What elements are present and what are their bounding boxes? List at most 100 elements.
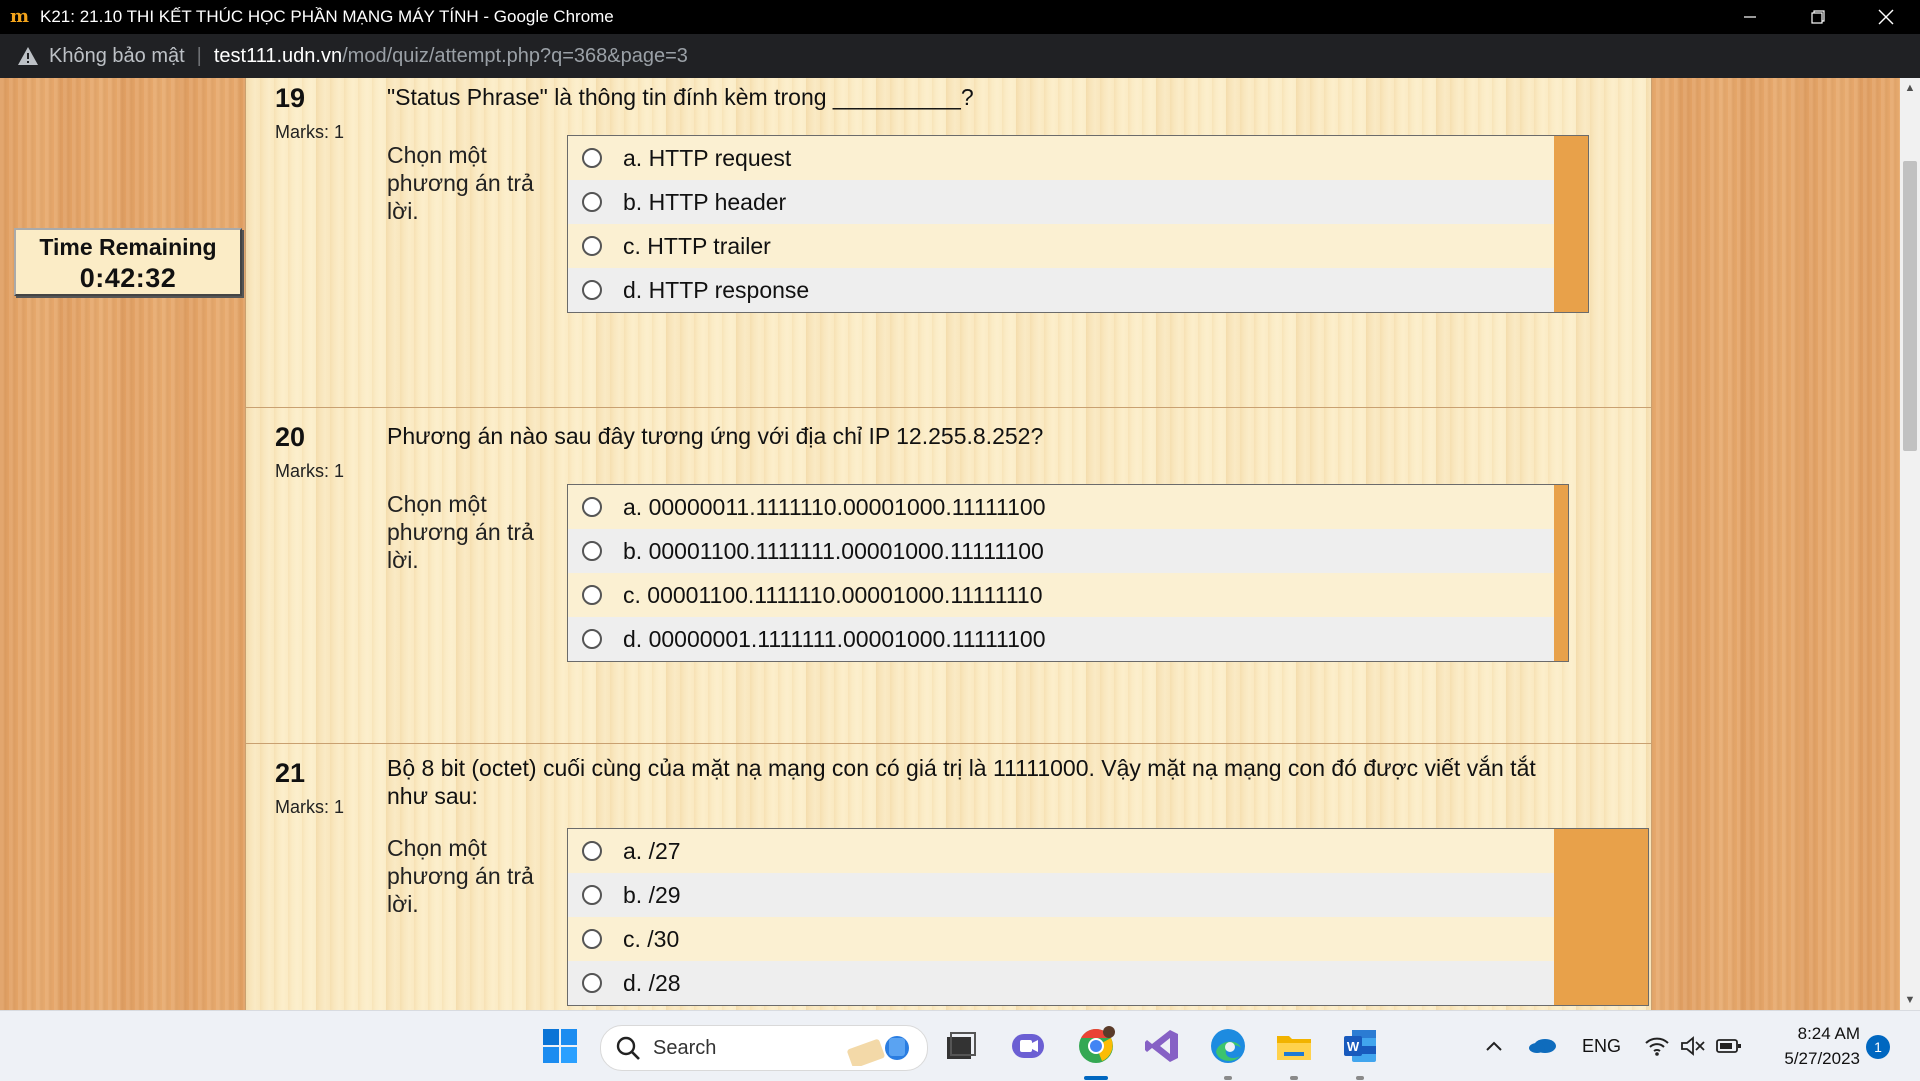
question-number: 20 [275, 422, 306, 452]
option-a[interactable]: a. 00000011.1111110.00001000.11111100 [568, 485, 1554, 529]
moodle-logo-icon: m [10, 6, 30, 27]
question-number: 21 [275, 758, 306, 788]
option-c[interactable]: c. 00001100.1111110.00001000.11111110 [568, 573, 1554, 617]
security-status[interactable]: Không bảo mật [49, 45, 185, 68]
restore-button[interactable] [1784, 0, 1852, 34]
time-remaining-box: Time Remaining 0:42:32 [14, 228, 242, 296]
question-text: Bộ 8 bit (octet) cuối cùng của mặt nạ mạ… [387, 755, 1536, 809]
system-clock[interactable]: 8:24 AM 5/27/2023 [1760, 1021, 1860, 1071]
option-b[interactable]: b. HTTP header [568, 180, 1554, 224]
answer-prompt: Chọn một phương án trả lời. [387, 142, 534, 224]
minimize-button[interactable] [1716, 0, 1784, 34]
option-label[interactable]: a. 00000011.1111110.00001000.11111100 [623, 494, 1046, 521]
question-marks: Marks: 1 [275, 461, 345, 481]
file-explorer-icon[interactable] [1274, 1026, 1314, 1066]
option-b[interactable]: b. /29 [568, 873, 1554, 917]
edge-icon[interactable] [1208, 1026, 1248, 1066]
option-b[interactable]: b. 00001100.1111111.00001000.11111100 [568, 529, 1554, 573]
option-d[interactable]: d. 00000001.1111111.00001000.11111100 [568, 617, 1554, 661]
search-icon [616, 1036, 640, 1060]
scroll-up-arrow-icon[interactable]: ▲ [1900, 78, 1920, 98]
question-marks: Marks: 1 [275, 797, 345, 817]
minimize-icon [1744, 16, 1756, 18]
option-label[interactable]: a. HTTP request [623, 145, 791, 172]
window-controls [1716, 0, 1920, 34]
edge-running-indicator [1224, 1076, 1232, 1080]
time-remaining-value: 0:42:32 [79, 263, 177, 293]
option-d[interactable]: d. /28 [568, 961, 1554, 1005]
radio-button[interactable] [582, 280, 602, 300]
page-content: Time Remaining 0:42:32 19 Marks: 1 "Stat… [0, 78, 1900, 1010]
radio-button[interactable] [582, 497, 602, 517]
explorer-running-indicator [1290, 1076, 1298, 1080]
answer-prompt: Chọn một phương án trả lời. [387, 491, 534, 573]
option-label[interactable]: d. HTTP response [623, 277, 809, 304]
chrome-active-indicator [1084, 1076, 1108, 1080]
window-title-bar: m K21: 21.10 THI KẾT THÚC HỌC PHẦN MẠNG … [0, 0, 1920, 34]
question-marks: Marks: 1 [275, 122, 345, 142]
option-label[interactable]: d. /28 [623, 970, 681, 997]
answer-options: a. 00000011.1111110.00001000.11111100 b.… [567, 484, 1569, 662]
option-c[interactable]: c. HTTP trailer [568, 224, 1554, 268]
option-label[interactable]: c. 00001100.1111110.00001000.11111110 [623, 582, 1043, 609]
scroll-down-arrow-icon[interactable]: ▼ [1900, 990, 1920, 1010]
close-icon [1878, 9, 1894, 25]
chrome-icon[interactable] [1076, 1026, 1116, 1066]
option-label[interactable]: d. 00000001.1111111.00001000.11111100 [623, 626, 1046, 653]
battery-icon[interactable] [1716, 1037, 1742, 1055]
wifi-icon[interactable] [1644, 1035, 1670, 1057]
radio-button[interactable] [582, 929, 602, 949]
option-label[interactable]: c. HTTP trailer [623, 233, 771, 260]
option-label[interactable]: c. /30 [623, 926, 679, 953]
search-highlight-icon [847, 1036, 909, 1066]
url-path[interactable]: /mod/quiz/attempt.php?q=368&page=3 [342, 45, 688, 68]
warning-icon[interactable] [17, 46, 39, 66]
option-label[interactable]: b. HTTP header [623, 189, 786, 216]
clock-date: 5/27/2023 [1784, 1049, 1860, 1068]
restore-icon [1811, 10, 1825, 24]
windows-start-icon[interactable] [540, 1026, 580, 1066]
option-a[interactable]: a. HTTP request [568, 136, 1554, 180]
option-a[interactable]: a. /27 [568, 829, 1554, 873]
close-button[interactable] [1852, 0, 1920, 34]
notification-badge[interactable]: 1 [1866, 1035, 1890, 1059]
radio-button[interactable] [582, 585, 602, 605]
radio-button[interactable] [582, 192, 602, 212]
onedrive-icon[interactable] [1528, 1033, 1558, 1057]
radio-button[interactable] [582, 148, 602, 168]
windows-taskbar: Search W ENG 8:24 AM 5/27/2023 1 [0, 1010, 1920, 1081]
radio-button[interactable] [582, 885, 602, 905]
question-card-19: 19 Marks: 1 "Status Phrase" là thông tin… [245, 78, 1652, 442]
option-label[interactable]: a. /27 [623, 838, 681, 865]
taskbar-search[interactable]: Search [600, 1025, 928, 1071]
scrollbar-thumb[interactable] [1903, 161, 1917, 451]
radio-button[interactable] [582, 541, 602, 561]
radio-button[interactable] [582, 973, 602, 993]
clock-time: 8:24 AM [1797, 1024, 1860, 1043]
question-number: 19 [275, 83, 306, 113]
address-bar[interactable]: Không bảo mật | test111.udn.vn/mod/quiz/… [0, 34, 1920, 78]
teams-chat-icon[interactable] [1008, 1026, 1048, 1066]
time-remaining-label: Time Remaining [39, 234, 217, 260]
language-indicator[interactable]: ENG [1582, 1011, 1621, 1081]
question-card-21: 21 Marks: 1 Bộ 8 bit (octet) cuối cùng c… [245, 743, 1652, 1010]
option-label[interactable]: b. 00001100.1111111.00001000.11111100 [623, 538, 1044, 565]
answer-options: a. /27 b. /29 c. /30 d. /28 [567, 828, 1649, 1006]
radio-button[interactable] [582, 841, 602, 861]
word-icon[interactable]: W [1340, 1026, 1380, 1066]
word-running-indicator [1356, 1076, 1364, 1080]
radio-button[interactable] [582, 236, 602, 256]
question-text: "Status Phrase" là thông tin đính kèm tr… [387, 84, 974, 110]
option-d[interactable]: d. HTTP response [568, 268, 1554, 312]
radio-button[interactable] [582, 629, 602, 649]
option-label[interactable]: b. /29 [623, 882, 681, 909]
vertical-scrollbar[interactable]: ▲ ▼ [1900, 78, 1920, 1010]
visual-studio-icon[interactable] [1142, 1026, 1182, 1066]
chevron-up-icon[interactable] [1484, 1037, 1504, 1057]
task-view-icon[interactable] [940, 1026, 980, 1066]
volume-muted-icon[interactable] [1680, 1035, 1706, 1057]
url-host[interactable]: test111.udn.vn [214, 45, 342, 68]
option-c[interactable]: c. /30 [568, 917, 1554, 961]
question-card-20: 20 Marks: 1 Phương án nào sau đây tương … [245, 407, 1652, 779]
answer-options: a. HTTP request b. HTTP header c. HTTP t… [567, 135, 1589, 313]
